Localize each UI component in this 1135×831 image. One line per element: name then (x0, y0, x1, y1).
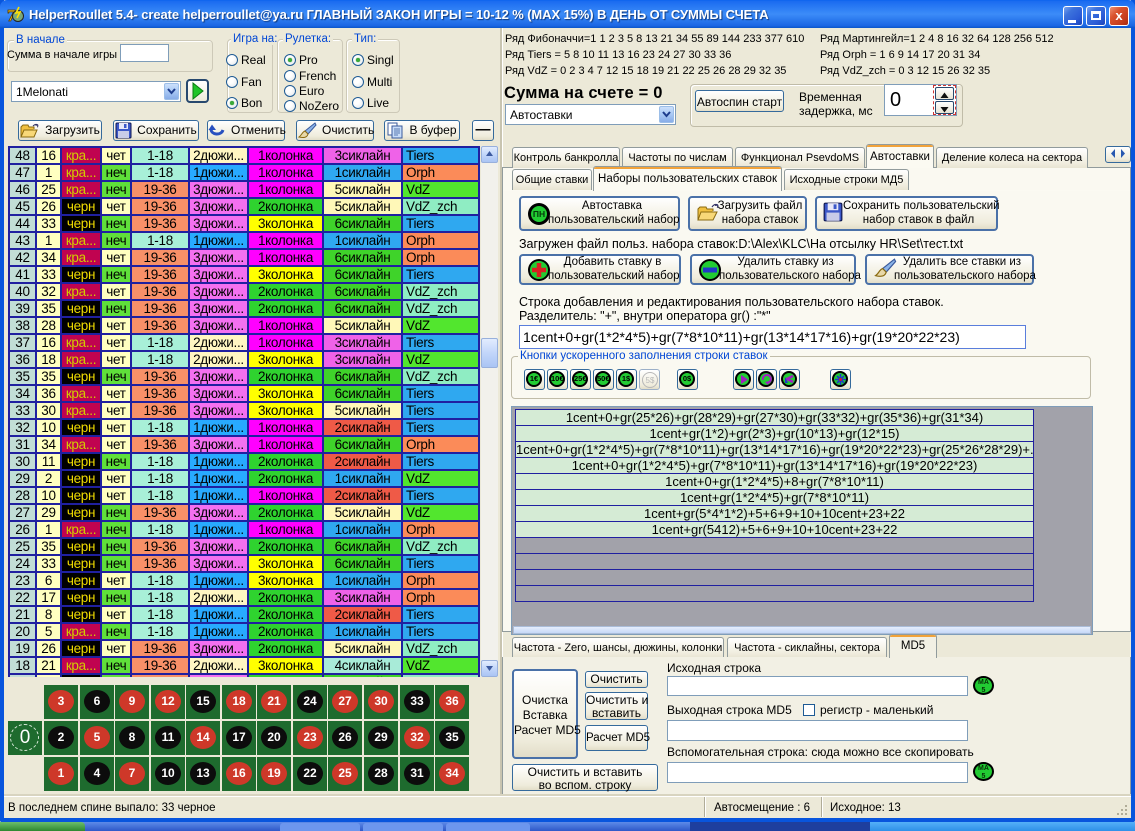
svg-text:ПН: ПН (533, 209, 545, 219)
